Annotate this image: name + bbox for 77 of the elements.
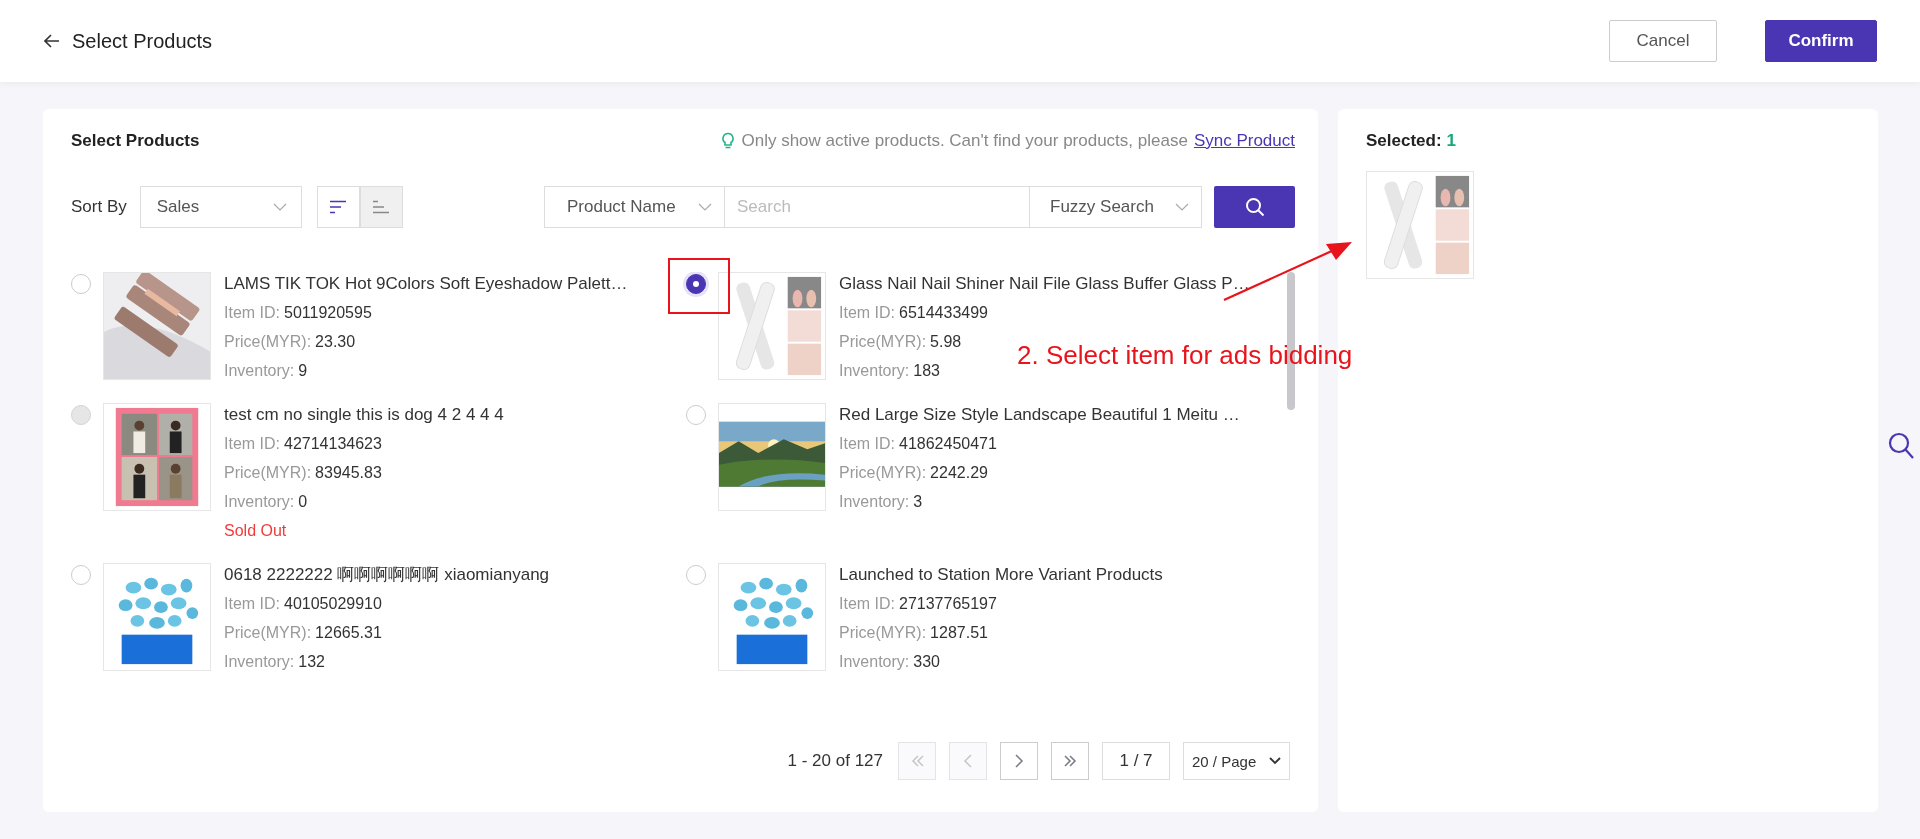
inventory-value: 330	[913, 652, 940, 672]
selected-label: Selected:	[1366, 131, 1442, 151]
item-id: 40105029910	[284, 594, 382, 614]
chevron-down-icon	[1175, 203, 1189, 211]
product-name: test cm no single this is dog 4 2 4 4 4	[224, 404, 504, 426]
product-name: Launched to Station More Variant Products	[839, 564, 1163, 586]
sort-ascending-icon	[372, 200, 391, 214]
search-button[interactable]	[1214, 186, 1295, 228]
item-id-label: Item ID:	[839, 303, 895, 323]
product-name: Red Large Size Style Landscape Beautiful 1 Meitu …	[839, 404, 1240, 426]
page-title: Select Products	[72, 29, 213, 53]
pagination-summary: 1 - 20 of 127	[787, 751, 883, 771]
cancel-button[interactable]: Cancel	[1609, 20, 1717, 62]
inventory-label: Inventory:	[839, 492, 910, 512]
inventory-label: Inventory:	[224, 361, 295, 381]
price-label: Price(MYR):	[224, 463, 312, 483]
inventory-label: Inventory:	[224, 652, 295, 672]
price-label: Price(MYR):	[224, 332, 312, 352]
search-mode-dropdown[interactable]: Fuzzy Search	[1029, 186, 1202, 228]
sort-descending-button[interactable]	[316, 186, 360, 228]
inventory-value: 0	[298, 492, 308, 512]
product-name: LAMS TIK TOK Hot 9Colors Soft Eyeshadow Palett…	[224, 273, 628, 295]
item-id: 5011920595	[284, 303, 372, 323]
item-id: 42714134623	[284, 434, 382, 454]
selected-count: 1	[1446, 131, 1457, 151]
chevron-down-icon	[698, 203, 712, 211]
item-id-label: Item ID:	[839, 594, 895, 614]
page-number-field[interactable]: 1 / 7	[1102, 742, 1170, 780]
inventory-value: 3	[913, 492, 923, 512]
price-value: 1287.51	[930, 623, 988, 643]
item-id: 6514433499	[899, 303, 988, 323]
item-id: 41862450471	[899, 434, 997, 454]
notice-text: Only show active products. Can't find your products, please	[741, 131, 1188, 151]
price-value: 12665.31	[315, 623, 382, 643]
price-value: 83945.83	[315, 463, 382, 483]
inventory-label: Inventory:	[839, 652, 910, 672]
chevron-down-icon	[1269, 757, 1281, 765]
inventory-value: 9	[298, 361, 308, 381]
next-page-button[interactable]	[1000, 742, 1038, 780]
price-label: Price(MYR):	[839, 623, 927, 643]
panel-title: Select Products	[71, 131, 200, 151]
product-name: 0618 2222222 啊啊啊啊啊啊 xiaomianyang	[224, 564, 550, 586]
confirm-button[interactable]: Confirm	[1765, 20, 1877, 62]
inventory-label: Inventory:	[839, 361, 910, 381]
search-icon	[1244, 197, 1265, 217]
item-id-label: Item ID:	[224, 594, 280, 614]
price-label: Price(MYR):	[839, 332, 927, 352]
inventory-value: 132	[298, 652, 325, 672]
chevron-down-icon	[272, 203, 287, 211]
last-page-button[interactable]	[1051, 742, 1089, 780]
item-id-label: Item ID:	[839, 434, 895, 454]
back-arrow-icon[interactable]	[44, 34, 60, 48]
sort-descending-icon	[329, 200, 348, 214]
item-id-label: Item ID:	[224, 434, 280, 454]
highlight-box	[668, 258, 730, 314]
radio-button[interactable]	[686, 274, 706, 294]
price-value: 5.98	[930, 332, 962, 352]
sync-product-link[interactable]: Sync Product	[1193, 131, 1295, 151]
annotation-text: 2. Select item for ads bidding	[1017, 340, 1353, 371]
inventory-value: 183	[913, 361, 940, 381]
item-id-label: Item ID:	[224, 303, 280, 323]
page-size-dropdown[interactable]: 20 / Page	[1183, 742, 1290, 780]
price-value: 23.30	[315, 332, 356, 352]
price-label: Price(MYR):	[224, 623, 312, 643]
sort-label: Sort By	[71, 197, 127, 217]
sort-dropdown[interactable]: Sales	[139, 186, 302, 228]
item-id: 27137765197	[899, 594, 997, 614]
price-label: Price(MYR):	[839, 463, 927, 483]
price-value: 2242.29	[930, 463, 988, 483]
search-field[interactable]: Search	[725, 186, 1029, 228]
inventory-label: Inventory:	[224, 492, 295, 512]
lightbulb-icon	[721, 132, 736, 150]
search-icon[interactable]	[1888, 432, 1914, 460]
sold-out-status: Sold Out	[224, 521, 288, 541]
product-name: Glass Nail Nail Shiner Nail File Glass Buffer Glass P…	[839, 273, 1250, 295]
sort-ascending-button[interactable]	[359, 186, 403, 228]
search-field-dropdown[interactable]: Product Name	[544, 186, 725, 228]
